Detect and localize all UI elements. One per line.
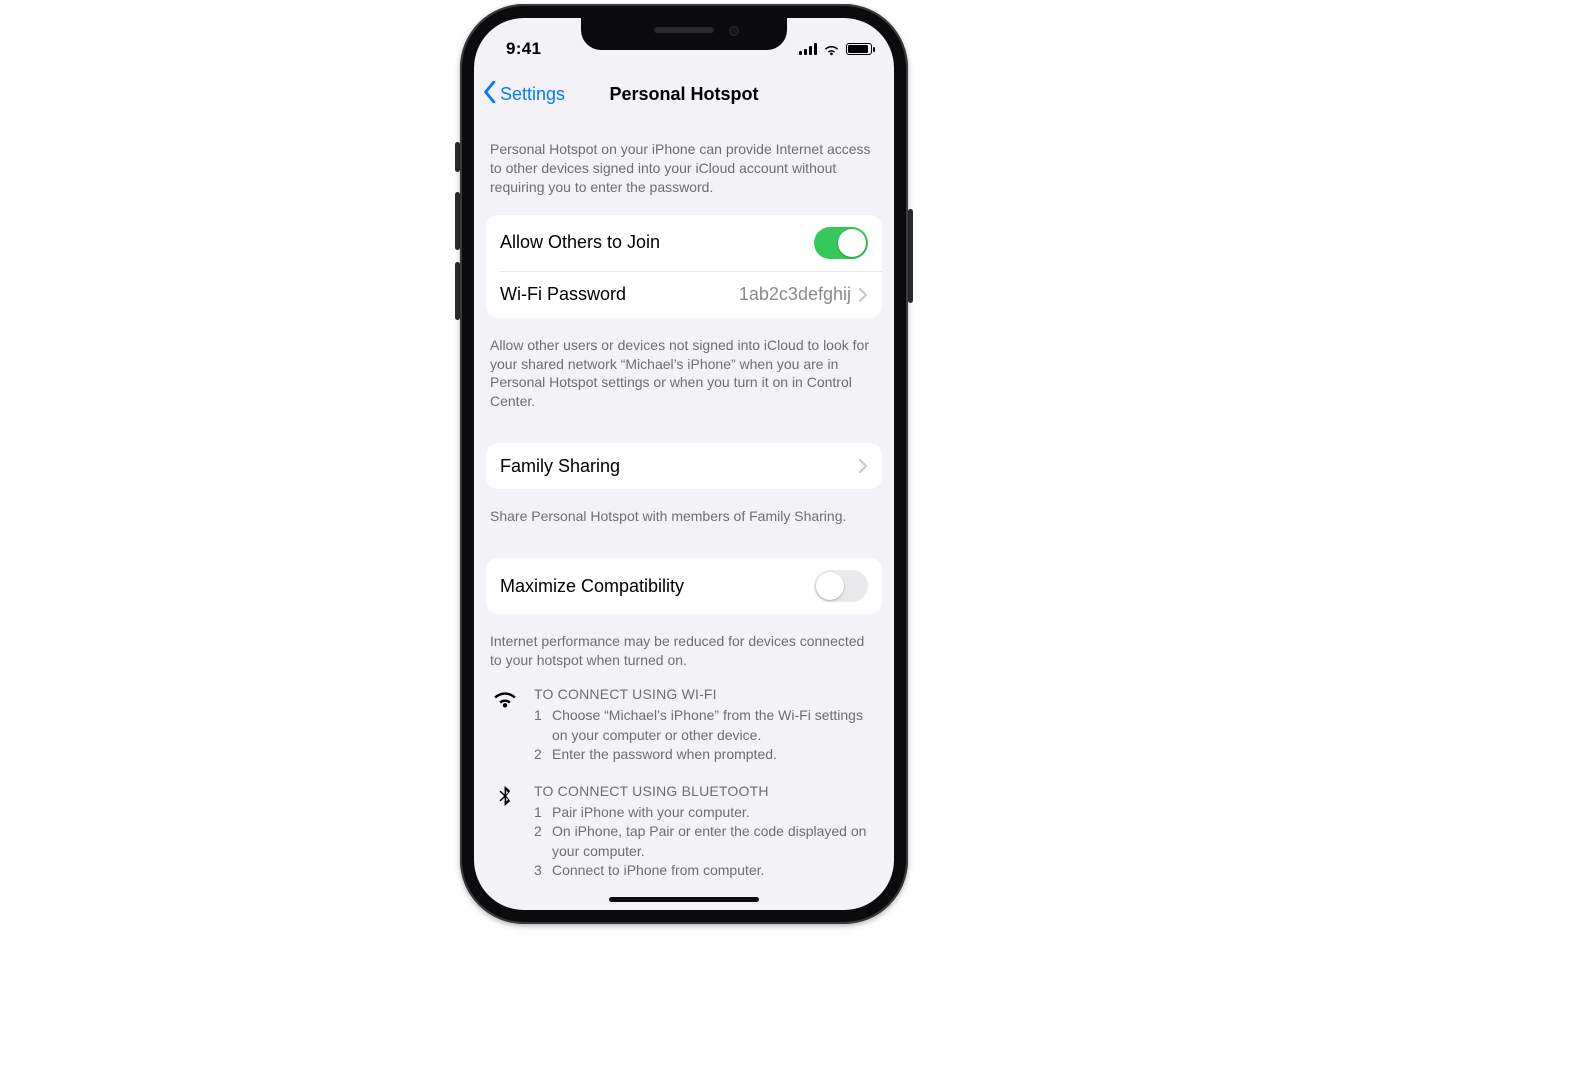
list-item: 3Connect to iPhone from computer. [534,861,878,881]
maximize-compatibility-toggle[interactable] [814,570,868,602]
wifi-step-1: Choose “Michael’s iPhone” from the Wi-Fi… [552,706,878,745]
battery-icon [846,43,872,55]
list-item: 2Enter the password when prompted. [534,745,878,765]
earpiece-grille [654,27,714,33]
maximize-compatibility-hint: Internet performance may be reduced for … [474,622,894,680]
nav-bar: Settings Personal Hotspot [474,70,894,118]
page-title: Personal Hotspot [609,84,758,105]
wifi-password-row[interactable]: Wi-Fi Password 1ab2c3defghij [486,272,882,318]
family-sharing-row[interactable]: Family Sharing [486,443,882,489]
family-sharing-hint: Share Personal Hotspot with members of F… [474,497,894,536]
maximize-compatibility-group: Maximize Compatibility [486,558,882,614]
maximize-compatibility-row[interactable]: Maximize Compatibility [486,558,882,614]
side-button [908,209,913,303]
bluetooth-icon [490,783,520,881]
home-indicator[interactable] [609,897,759,902]
intro-text: Personal Hotspot on your iPhone can prov… [474,118,894,207]
list-item: 2On iPhone, tap Pair or enter the code d… [534,822,878,861]
chevron-right-icon [859,288,868,302]
list-item: 1Choose “Michael’s iPhone” from the Wi-F… [534,706,878,745]
bluetooth-instructions-heading: TO CONNECT USING BLUETOOTH [534,783,878,799]
device-notch [581,18,787,50]
front-camera [729,26,739,36]
content-area: Personal Hotspot on your iPhone can prov… [474,118,894,910]
hotspot-settings-group: Allow Others to Join Wi-Fi Password 1ab2… [486,215,882,318]
chevron-left-icon [482,81,498,108]
bt-step-3: Connect to iPhone from computer. [552,861,764,881]
list-item: 1Pair iPhone with your computer. [534,803,878,823]
bluetooth-instructions: TO CONNECT USING BLUETOOTH 1Pair iPhone … [474,765,894,881]
family-sharing-group: Family Sharing [486,443,882,489]
wifi-instructions-heading: TO CONNECT USING WI-FI [534,686,878,702]
wifi-icon [823,43,840,55]
allow-others-hint: Allow other users or devices not signed … [474,326,894,422]
family-sharing-label: Family Sharing [500,456,620,477]
wifi-password-label: Wi-Fi Password [500,284,626,305]
wifi-step-2: Enter the password when prompted. [552,745,777,765]
allow-others-label: Allow Others to Join [500,232,660,253]
allow-others-row[interactable]: Allow Others to Join [486,215,882,271]
wifi-password-value: 1ab2c3defghij [739,284,851,305]
wifi-icon [490,686,520,765]
bt-step-1: Pair iPhone with your computer. [552,803,750,823]
maximize-compatibility-label: Maximize Compatibility [500,576,684,597]
iphone-screen: 9:41 Settings [474,18,894,910]
cellular-signal-icon [799,43,817,55]
allow-others-toggle[interactable] [814,227,868,259]
iphone-device: 9:41 Settings [460,4,908,924]
back-label: Settings [500,84,565,105]
clock: 9:41 [506,39,541,59]
back-button[interactable]: Settings [482,70,565,118]
chevron-right-icon [859,459,868,473]
wifi-instructions: TO CONNECT USING WI-FI 1Choose “Michael’… [474,680,894,765]
bt-step-2: On iPhone, tap Pair or enter the code di… [552,822,878,861]
